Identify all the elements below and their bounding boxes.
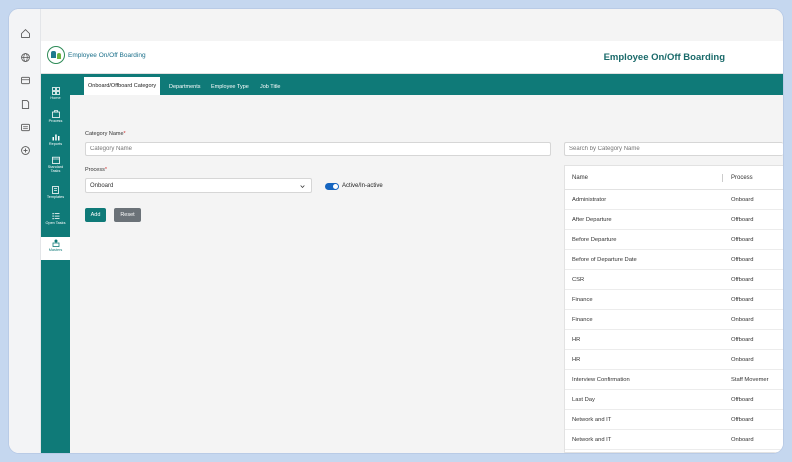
sidebar-item-open-tasks[interactable]: Open Tasks xyxy=(41,210,70,232)
people-icon xyxy=(52,239,59,247)
add-circle-icon[interactable] xyxy=(18,143,32,157)
cell-process: Offboard xyxy=(731,217,754,223)
sidebar-item-templates[interactable]: Templates xyxy=(41,184,70,206)
cell-name: Interview Confirmation xyxy=(572,377,630,383)
tab-departments[interactable]: Departments xyxy=(165,79,205,95)
chevron-down-icon xyxy=(300,185,305,189)
cell-name: Network and IT xyxy=(572,437,612,443)
window-frame: Employee On/Off Boarding Employee On/Off… xyxy=(9,9,783,453)
category-table: Name Process Administrator Onboard After D… xyxy=(564,165,783,453)
grid-icon xyxy=(51,87,60,95)
logo-text: Employee On/Off Boarding xyxy=(68,51,146,59)
main-content: Category Name* Process* Onboard Active/I… xyxy=(70,95,783,453)
column-header-process[interactable]: Process xyxy=(731,175,753,181)
app-header: Employee On/Off Boarding Employee On/Off… xyxy=(41,41,783,74)
bar-chart-icon xyxy=(52,134,59,141)
cell-process: Onboard xyxy=(731,357,754,363)
cell-process: Offboard xyxy=(731,417,754,423)
sidebar-item-label: Home xyxy=(50,96,61,100)
cell-process: Onboard xyxy=(731,317,754,323)
card-icon[interactable] xyxy=(18,73,32,87)
cell-name: HR xyxy=(572,337,581,343)
logo-icon xyxy=(47,46,65,64)
cell-process: Onboard xyxy=(731,197,754,203)
cell-name: After Departure xyxy=(572,217,612,223)
cell-name: Finance xyxy=(572,297,593,303)
cell-name: Before of Departure Date xyxy=(572,257,637,263)
process-select[interactable]: Onboard xyxy=(85,178,312,193)
cell-process: Onboard xyxy=(731,437,754,443)
sidebar-item-label: Open Tasks xyxy=(45,221,66,225)
table-row[interactable]: Interview Confirmation Staff Movemer xyxy=(565,370,783,390)
active-toggle[interactable] xyxy=(325,183,339,190)
cell-name: Administrator xyxy=(572,197,607,203)
sidebar-item-reports[interactable]: Reports xyxy=(41,131,70,153)
cell-process: Offboard xyxy=(731,277,754,283)
template-icon xyxy=(51,186,59,194)
sidebar-item-label: Templates xyxy=(46,195,65,199)
table-row[interactable]: HR Onboard xyxy=(565,350,783,370)
cell-process: Offboard xyxy=(731,297,754,303)
cell-name: Last Day xyxy=(572,397,595,403)
sidebar-item-home[interactable]: Home xyxy=(41,85,70,107)
table-row[interactable]: Before of Departure Date Offboard xyxy=(565,250,783,270)
process-label: Process* xyxy=(85,167,108,173)
sidebar-item-label: Process xyxy=(48,119,63,123)
tab-job-title[interactable]: Job Title xyxy=(256,79,284,95)
cell-name: HR xyxy=(572,357,581,363)
table-row[interactable]: Before Departure Offboard xyxy=(565,230,783,250)
browser-rail xyxy=(9,9,41,453)
document-icon[interactable] xyxy=(18,97,32,111)
table-row[interactable]: HR Offboard xyxy=(565,330,783,350)
sidebar-item-label: Standard Tasks xyxy=(47,165,64,174)
table-row[interactable]: After Departure Offboard xyxy=(565,210,783,230)
table-row[interactable]: Network and IT Offboard xyxy=(565,410,783,430)
tab-bar: Onboard/Offboard Category Departments Em… xyxy=(70,74,783,95)
table-header: Name Process xyxy=(565,166,783,190)
cell-process: Offboard xyxy=(731,397,754,403)
app-area: Employee On/Off Boarding Employee On/Off… xyxy=(41,9,783,453)
sidebar: Home Process Reports Standard Tasks Temp… xyxy=(41,74,70,453)
table-row[interactable]: CSR Offboard xyxy=(565,270,783,290)
reset-button[interactable]: Reset xyxy=(114,208,141,222)
cell-name: Network and IT xyxy=(572,417,612,423)
category-name-input[interactable] xyxy=(85,142,551,156)
active-toggle-label: Active/In-active xyxy=(342,183,383,189)
sidebar-item-label: Reports xyxy=(48,142,63,146)
table-row[interactable]: Network and IT Onboard xyxy=(565,430,783,450)
cell-process: Staff Movemer xyxy=(731,377,769,383)
list-icon xyxy=(52,213,59,220)
page-title: Employee On/Off Boarding xyxy=(603,52,725,63)
table-row[interactable]: Finance Offboard xyxy=(565,290,783,310)
calendar-icon xyxy=(51,156,60,164)
briefcase-icon xyxy=(51,110,60,118)
sidebar-item-label: Masters xyxy=(48,248,63,252)
process-select-value: Onboard xyxy=(90,182,114,189)
cell-process: Offboard xyxy=(731,257,754,263)
cell-name: CSR xyxy=(572,277,585,283)
cell-name: Finance xyxy=(572,317,593,323)
cell-process: Offboard xyxy=(731,237,754,243)
sidebar-item-masters[interactable]: Masters xyxy=(41,237,70,260)
cell-name: Before Departure xyxy=(572,237,617,243)
home-icon[interactable] xyxy=(18,26,32,40)
app-logo[interactable]: Employee On/Off Boarding xyxy=(47,46,146,64)
sidebar-item-standard-tasks[interactable]: Standard Tasks xyxy=(41,154,70,176)
search-input[interactable] xyxy=(564,142,783,156)
cell-process: Offboard xyxy=(731,337,754,343)
sidebar-item-process[interactable]: Process xyxy=(41,108,70,130)
column-header-name[interactable]: Name xyxy=(572,175,588,181)
category-name-label: Category Name* xyxy=(85,131,126,137)
column-divider xyxy=(722,174,723,182)
table-row[interactable]: Administrator Onboard xyxy=(565,190,783,210)
table-row[interactable]: Last Day Offboard xyxy=(565,390,783,410)
tab-onboard-offboard-category[interactable]: Onboard/Offboard Category xyxy=(84,77,161,95)
table-row[interactable]: Finance Onboard xyxy=(565,310,783,330)
globe-icon[interactable] xyxy=(18,50,32,64)
list-icon[interactable] xyxy=(18,120,32,134)
tab-employee-type[interactable]: Employee Type xyxy=(207,79,253,95)
add-button[interactable]: Add xyxy=(85,208,106,222)
